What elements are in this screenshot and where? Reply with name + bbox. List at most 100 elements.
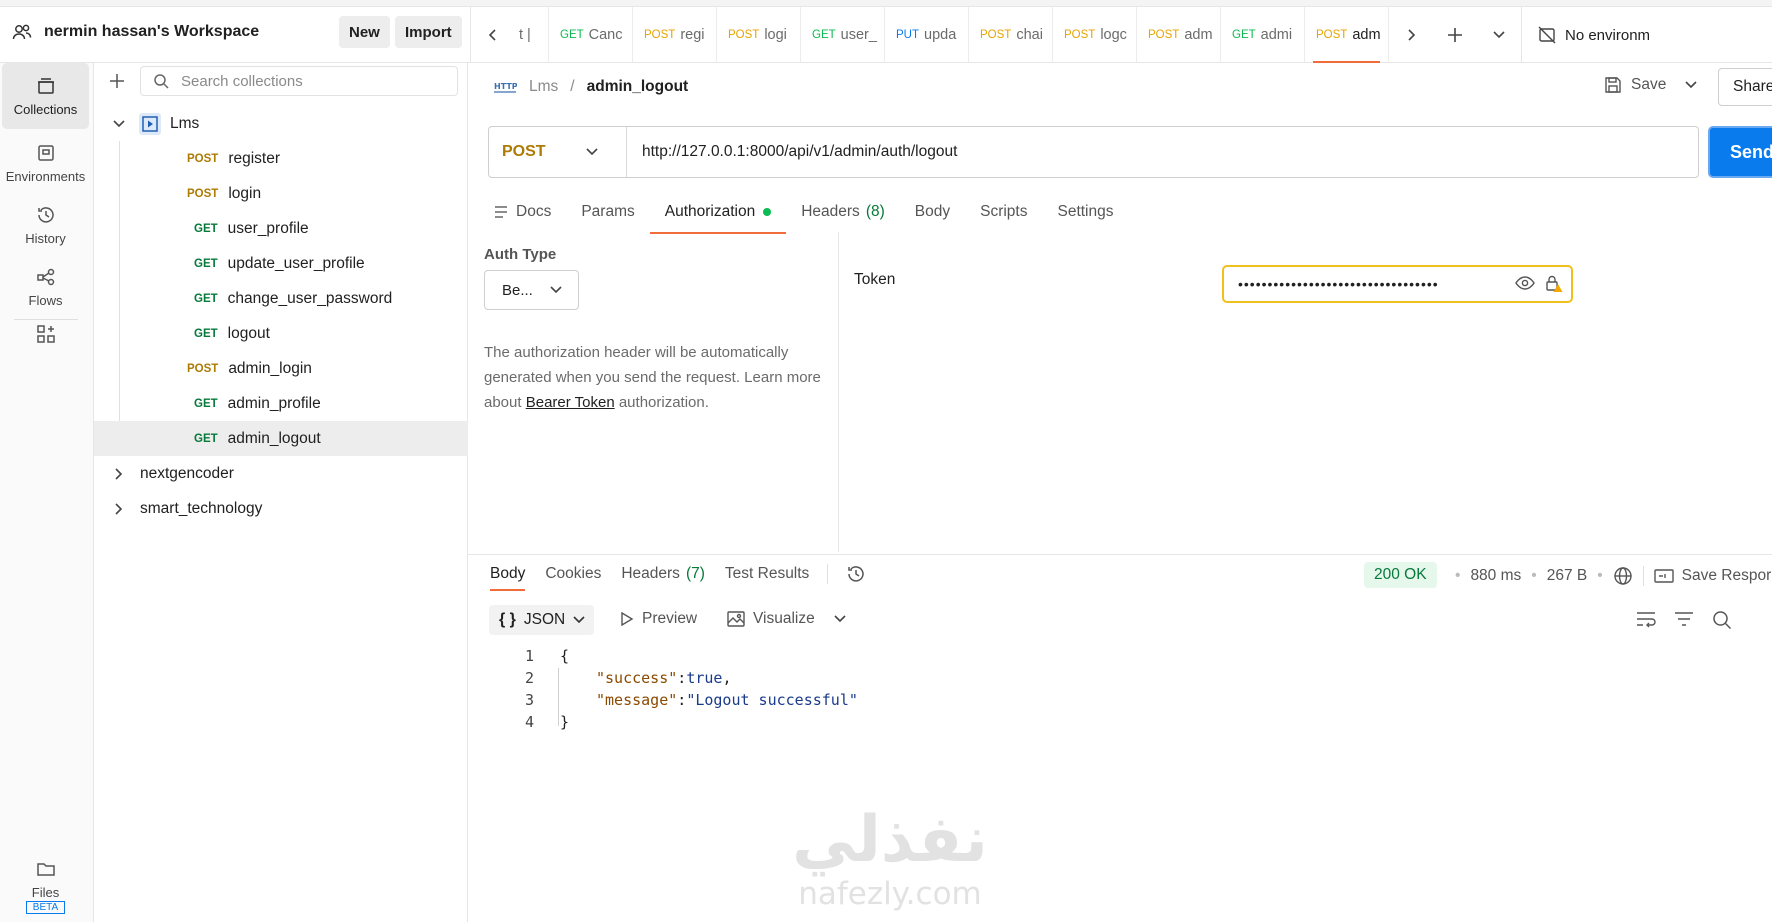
import-button[interactable]: Import xyxy=(395,16,462,48)
tab-response-cookies[interactable]: Cookies xyxy=(535,565,611,583)
search-input[interactable]: Search collections xyxy=(140,66,458,96)
request-item-selected[interactable]: GET admin_logout xyxy=(94,421,468,456)
save-response-button[interactable]: Save Respor xyxy=(1653,567,1771,585)
tab-5[interactable]: PUT upda xyxy=(885,7,969,63)
request-item[interactable]: GET update_user_profile xyxy=(94,246,468,281)
request-item[interactable]: GET user_profile xyxy=(94,211,468,246)
request-name: admin_profile xyxy=(227,394,321,412)
token-input[interactable]: •••••••••••••••••••••••••••••••••• xyxy=(1222,265,1573,303)
save-options-button[interactable] xyxy=(1684,80,1698,90)
meta-separator: • xyxy=(1597,567,1603,584)
tab-8[interactable]: POST adm xyxy=(1137,7,1221,63)
tab-2[interactable]: POST regi xyxy=(633,7,717,63)
code-line: 1 { xyxy=(500,645,569,667)
request-item[interactable]: POST login xyxy=(94,176,468,211)
tab-9[interactable]: GET admi xyxy=(1221,7,1305,63)
rail-collections[interactable]: Collections xyxy=(2,63,89,129)
tab-title: logi xyxy=(764,27,787,43)
request-item[interactable]: GET change_user_password xyxy=(94,281,468,316)
response-size[interactable]: 267 B xyxy=(1547,567,1588,585)
request-item[interactable]: POST admin_login xyxy=(94,351,468,386)
tab-6[interactable]: POST chai xyxy=(969,7,1053,63)
tab-method: POST xyxy=(1316,29,1348,41)
folder-icon xyxy=(36,862,55,876)
status-badge[interactable]: 200 OK xyxy=(1364,562,1437,588)
tab-0[interactable]: t | xyxy=(515,7,549,63)
visualize-button[interactable]: Visualize xyxy=(727,610,815,628)
globe-icon[interactable] xyxy=(1613,566,1633,586)
bearer-token-link[interactable]: Bearer Token xyxy=(526,394,615,411)
tab-response-body[interactable]: Body xyxy=(488,565,535,591)
search-icon[interactable] xyxy=(1712,610,1732,630)
rail-label: Files xyxy=(31,884,60,900)
preview-button[interactable]: Preview xyxy=(620,610,697,628)
tab-response-headers[interactable]: Headers (7) xyxy=(611,565,715,583)
request-method: GET xyxy=(194,432,218,445)
json-sep: : xyxy=(677,691,687,709)
tab-headers[interactable]: Headers (8) xyxy=(786,196,900,228)
response-history-button[interactable] xyxy=(836,564,876,584)
send-button[interactable]: Send xyxy=(1708,126,1772,178)
tab-params[interactable]: Params xyxy=(566,196,649,228)
tab-method: GET xyxy=(1232,29,1256,41)
format-select[interactable]: { } JSON xyxy=(489,605,594,635)
save-response-icon xyxy=(1653,569,1674,583)
tab-settings[interactable]: Settings xyxy=(1042,196,1128,228)
auth-type-select[interactable]: Be... xyxy=(484,270,579,310)
watermark-logo: نفذلي nafezly.com xyxy=(770,805,1010,922)
new-button[interactable]: New xyxy=(339,16,390,48)
plus-icon xyxy=(110,74,124,88)
save-button[interactable]: Save xyxy=(1604,76,1666,94)
collection-smart-technology[interactable]: smart_technology xyxy=(94,491,468,526)
tabs-scroll-left[interactable] xyxy=(471,7,515,63)
environment-selector[interactable]: No environm xyxy=(1521,7,1650,63)
url-input[interactable]: http://127.0.0.1:8000/api/v1/admin/auth/… xyxy=(627,143,957,161)
wrap-lines-icon[interactable] xyxy=(1636,610,1656,628)
new-tab-button[interactable] xyxy=(1433,7,1477,63)
request-item[interactable]: POST register xyxy=(94,141,468,176)
breadcrumb-parent[interactable]: Lms xyxy=(529,78,558,96)
tab-10-active[interactable]: POST adm xyxy=(1305,7,1389,63)
tabs-scroll-right[interactable] xyxy=(1389,7,1433,63)
tab-docs[interactable]: Docs xyxy=(494,196,566,228)
share-button[interactable]: Share xyxy=(1718,68,1772,106)
tab-1[interactable]: GET Canc xyxy=(549,7,633,63)
response-time[interactable]: 880 ms xyxy=(1470,567,1521,585)
tab-method: GET xyxy=(560,29,584,41)
collection-lms[interactable]: Lms xyxy=(94,106,468,141)
eye-icon[interactable] xyxy=(1515,275,1535,291)
lock-warning-icon[interactable] xyxy=(1545,275,1563,293)
tab-4[interactable]: GET user_ xyxy=(801,7,885,63)
method-select[interactable]: POST xyxy=(489,127,627,177)
rail-add-tool[interactable] xyxy=(2,310,89,358)
workspace-switcher[interactable]: nermin hassan's Workspace xyxy=(12,22,259,42)
tabs-menu-button[interactable] xyxy=(1477,7,1521,63)
filter-icon[interactable] xyxy=(1674,610,1694,628)
window-strip xyxy=(0,0,1772,7)
tab-test-results[interactable]: Test Results xyxy=(715,565,819,583)
tab-method: POST xyxy=(1148,29,1180,41)
tab-scripts[interactable]: Scripts xyxy=(965,196,1042,228)
request-item[interactable]: GET admin_profile xyxy=(94,386,468,421)
rail-label: Environments xyxy=(5,168,86,184)
request-name: update_user_profile xyxy=(227,254,365,272)
rail-history[interactable]: History xyxy=(2,192,89,258)
collection-nextgencoder[interactable]: nextgencoder xyxy=(94,456,468,491)
add-collection-button[interactable] xyxy=(108,72,126,90)
tab-3[interactable]: POST logi xyxy=(717,7,801,63)
meta-divider xyxy=(1642,566,1644,586)
request-item[interactable]: GET logout xyxy=(94,316,468,351)
collection-name: smart_technology xyxy=(140,499,263,517)
chevron-down-icon xyxy=(550,286,562,294)
visualize-options-button[interactable] xyxy=(834,615,846,623)
breadcrumb-current: admin_logout xyxy=(586,78,689,95)
rail-files[interactable]: Files BETA xyxy=(2,853,89,919)
rail-environments[interactable]: Environments xyxy=(2,130,89,196)
code-line: 2 "success": true, xyxy=(500,667,732,689)
code-text: } xyxy=(560,713,570,731)
tab-7[interactable]: POST logc xyxy=(1053,7,1137,63)
request-name: change_user_password xyxy=(227,289,393,307)
tab-body[interactable]: Body xyxy=(900,196,965,228)
tab-authorization[interactable]: Authorization xyxy=(649,196,787,234)
request-name: logout xyxy=(227,324,270,342)
